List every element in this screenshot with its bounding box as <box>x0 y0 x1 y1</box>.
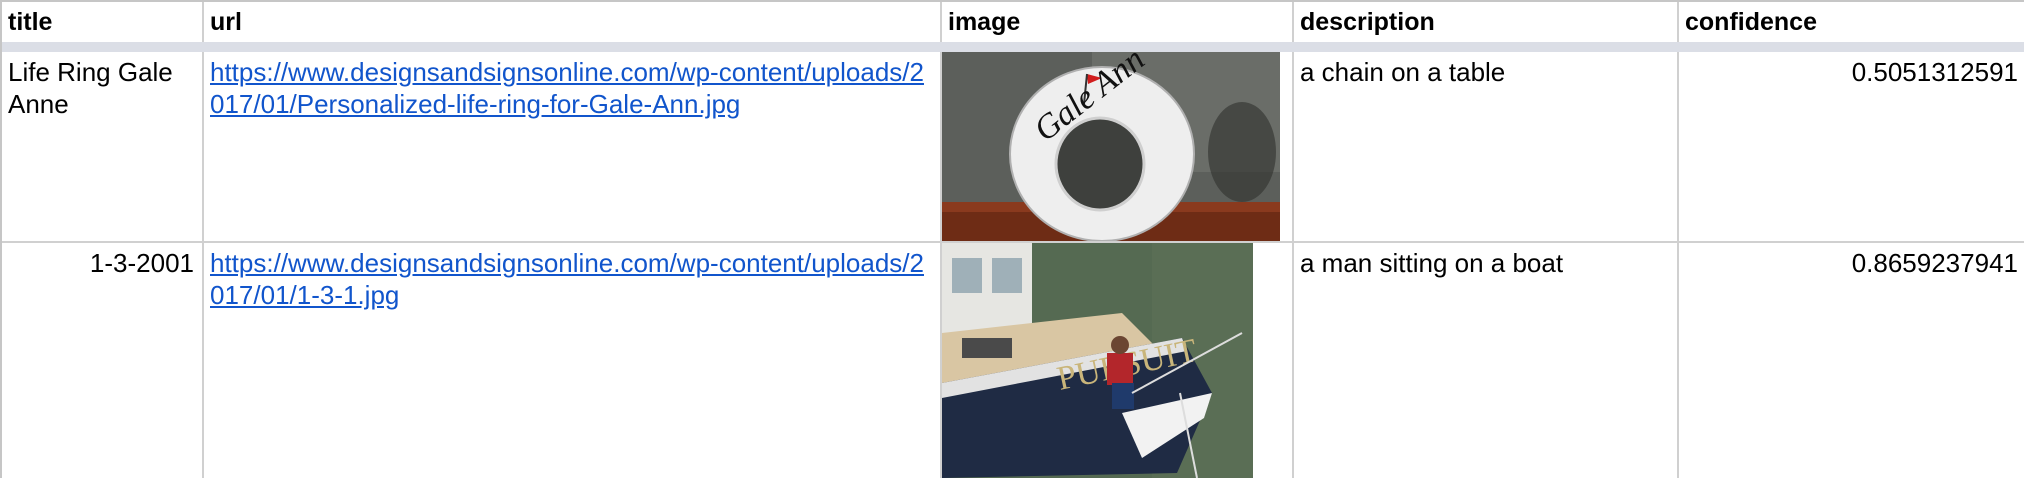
cell-title[interactable]: 1-3-2001 <box>2 243 204 478</box>
column-header-url[interactable]: url <box>204 2 942 42</box>
cell-url[interactable]: https://www.designsandsignsonline.com/wp… <box>204 52 942 241</box>
cell-description[interactable]: a chain on a table <box>1294 52 1679 241</box>
header-separator <box>2 42 2024 52</box>
spreadsheet-grid: title url image description confidence L… <box>0 0 2024 478</box>
column-header-confidence[interactable]: confidence <box>1679 2 2024 42</box>
cell-text: 1-3-2001 <box>89 248 194 278</box>
column-header-title[interactable]: title <box>2 2 204 42</box>
boat-image: PURSUIT <box>942 243 1253 478</box>
column-header-label: title <box>8 8 53 36</box>
life-ring-image: Gale Ann <box>942 52 1280 241</box>
column-header-description[interactable]: description <box>1294 2 1679 42</box>
cell-confidence[interactable]: 0.5051312591 <box>1679 52 2024 241</box>
cell-confidence[interactable]: 0.8659237941 <box>1679 243 2024 478</box>
cell-image[interactable]: Gale Ann <box>942 52 1294 241</box>
table-row: 1-3-2001 https://www.designsandsignsonli… <box>2 243 2024 478</box>
cell-text: Life Ring Gale Anne <box>8 57 173 119</box>
cell-description[interactable]: a man sitting on a boat <box>1294 243 1679 478</box>
cell-text: a man sitting on a boat <box>1300 248 1564 278</box>
column-header-image[interactable]: image <box>942 2 1294 42</box>
cell-title[interactable]: Life Ring Gale Anne <box>2 52 204 241</box>
cell-text: a chain on a table <box>1300 57 1506 87</box>
column-header-label: url <box>210 8 242 36</box>
url-link[interactable]: https://www.designsandsignsonline.com/wp… <box>204 52 940 120</box>
cell-image[interactable]: PURSUIT <box>942 243 1294 478</box>
column-header-label: description <box>1300 8 1435 36</box>
header-row: title url image description confidence <box>2 0 2024 42</box>
url-link[interactable]: https://www.designsandsignsonline.com/wp… <box>204 243 940 311</box>
cell-text: 0.8659237941 <box>1851 248 2018 278</box>
cell-text: 0.5051312591 <box>1851 57 2018 87</box>
table-row: Life Ring Gale Anne https://www.designsa… <box>2 52 2024 243</box>
column-header-label: confidence <box>1685 8 1817 36</box>
cell-url[interactable]: https://www.designsandsignsonline.com/wp… <box>204 243 942 478</box>
column-header-label: image <box>948 8 1021 36</box>
